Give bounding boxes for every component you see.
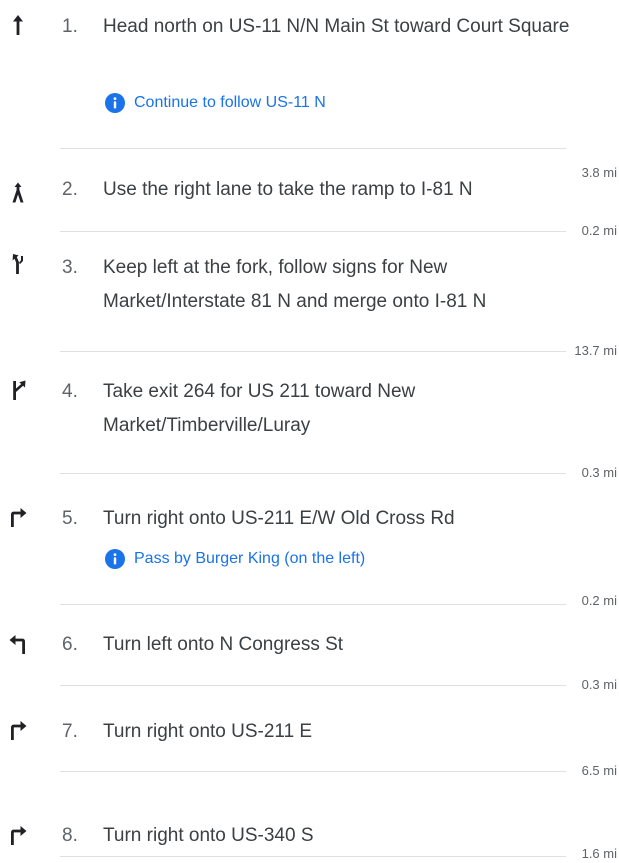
step-instruction: Turn right onto US-211 E/W Old Cross Rd [103, 508, 455, 529]
step-divider [60, 148, 566, 149]
info-icon [105, 549, 125, 569]
direction-step[interactable]: 2. Use the right lane to take the ramp t… [0, 179, 619, 245]
direction-step[interactable]: 4. Take exit 264 for US 211 toward New M… [0, 355, 619, 480]
step-instruction: Keep left at the fork, follow signs for … [103, 257, 487, 312]
step-note-text: Continue to follow US-11 N [134, 94, 326, 111]
direction-step[interactable]: 5. Turn right onto US-211 E/W Old Cross … [0, 480, 619, 608]
turn-right-icon [6, 718, 30, 742]
direction-step[interactable]: 7. Turn right onto US-211 E 6.5 mi [0, 685, 619, 778]
step-divider [60, 231, 566, 232]
step-note: Pass by Burger King (on the left) [105, 546, 365, 572]
step-distance: 1.6 mi [581, 846, 617, 861]
fork-left-icon [6, 252, 30, 276]
step-divider [60, 856, 566, 857]
step-instruction: Turn left onto N Congress St [103, 634, 344, 655]
step-instruction: Take exit 264 for US 211 toward New Mark… [103, 381, 416, 436]
step-number: 2. [62, 179, 78, 200]
direction-step[interactable]: 3. Keep left at the fork, follow signs f… [0, 245, 619, 358]
step-number: 7. [62, 721, 78, 742]
exit-right-icon [6, 378, 30, 402]
turn-right-icon [6, 823, 30, 847]
step-instruction: Head north on US-11 N/N Main St toward C… [103, 16, 570, 37]
step-number: 8. [62, 825, 78, 846]
step-number: 4. [62, 381, 78, 402]
step-note: Continue to follow US-11 N [105, 90, 326, 116]
step-number: 1. [62, 16, 78, 37]
step-note-text: Pass by Burger King (on the left) [134, 550, 366, 567]
ramp-right-icon [6, 181, 30, 205]
direction-step[interactable]: 1. Head north on US-11 N/N Main St towar… [0, 0, 619, 185]
direction-step[interactable]: 6. Turn left onto N Congress St 0.3 mi [0, 605, 619, 692]
info-icon [105, 93, 125, 113]
arrow-up-icon [6, 13, 30, 37]
step-distance: 0.3 mi [581, 465, 617, 480]
step-number: 5. [62, 508, 78, 529]
step-divider [60, 351, 566, 352]
turn-left-icon [6, 632, 30, 656]
directions-step-list: 1. Head north on US-11 N/N Main St towar… [0, 0, 619, 863]
turn-right-icon [6, 505, 30, 529]
step-number: 6. [62, 634, 78, 655]
step-distance: 0.2 mi [581, 223, 617, 238]
step-instruction: Turn right onto US-211 E [103, 721, 313, 742]
step-distance: 3.8 mi [581, 165, 617, 180]
step-number: 3. [62, 257, 78, 278]
step-instruction: Use the right lane to take the ramp to I… [103, 179, 473, 200]
step-instruction: Turn right onto US-340 S [103, 825, 314, 846]
direction-step[interactable]: 8. Turn right onto US-340 S 1.6 mi [0, 770, 619, 863]
step-divider [60, 473, 566, 474]
